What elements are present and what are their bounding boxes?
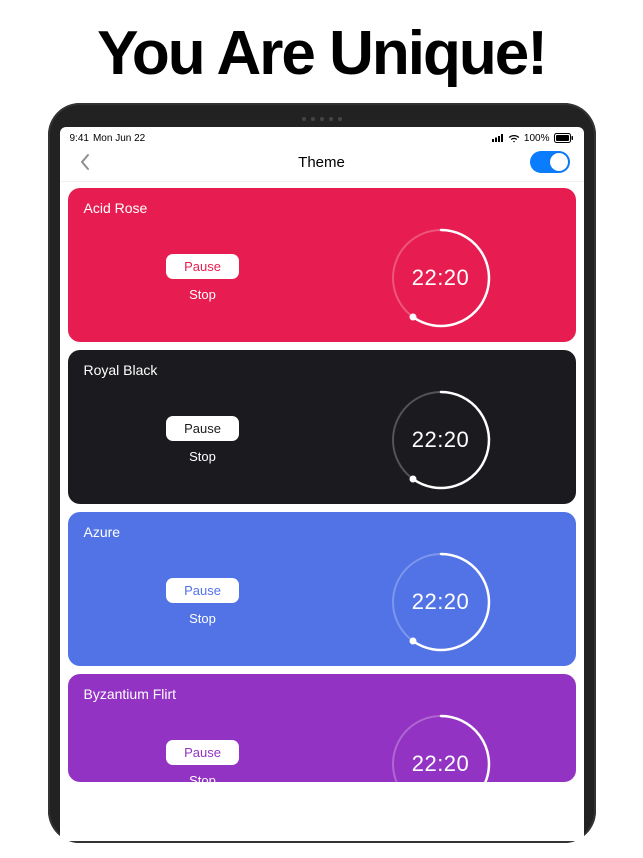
timer-display: 22:20 [322,550,560,654]
battery-percent: 100% [524,133,550,144]
timer-value: 22:20 [389,712,493,816]
stop-button[interactable]: Stop [189,287,216,302]
timer-display: 22:20 [322,712,560,816]
stop-button[interactable]: Stop [189,773,216,788]
stop-button[interactable]: Stop [189,449,216,464]
pause-button[interactable]: Pause [166,740,239,765]
status-bar: 9:41 Mon Jun 22 100% [60,127,584,145]
battery-icon [554,133,574,143]
status-time: 9:41 [70,133,89,144]
nav-bar: Theme [60,145,584,182]
theme-card-azure[interactable]: Azure Pause Stop 22:20 [68,512,576,666]
pause-button[interactable]: Pause [166,416,239,441]
tablet-camera-dots [60,117,584,121]
theme-card-acid-rose[interactable]: Acid Rose Pause Stop 22:20 [68,188,576,342]
status-date: Mon Jun 22 [93,133,145,144]
theme-name: Byzantium Flirt [84,686,560,702]
timer-display: 22:20 [322,388,560,492]
theme-card-royal-black[interactable]: Royal Black Pause Stop 22: [68,350,576,504]
timer-value: 22:20 [389,226,493,330]
signal-icon [492,134,504,142]
back-button[interactable] [74,151,96,173]
tablet-screen: 9:41 Mon Jun 22 100% Theme [60,127,584,841]
tablet-bezel: 9:41 Mon Jun 22 100% Theme [48,103,596,843]
wifi-icon [508,134,520,143]
dark-mode-toggle[interactable] [530,151,570,173]
pause-button[interactable]: Pause [166,254,239,279]
timer-value: 22:20 [389,550,493,654]
theme-list: Acid Rose Pause Stop 22:20 [60,182,584,841]
pause-button[interactable]: Pause [166,578,239,603]
theme-name: Acid Rose [84,200,560,216]
stop-button[interactable]: Stop [189,611,216,626]
theme-name: Azure [84,524,560,540]
timer-value: 22:20 [389,388,493,492]
marketing-headline: You Are Unique! [0,0,643,103]
theme-name: Royal Black [84,362,560,378]
page-title: Theme [60,154,584,171]
timer-display: 22:20 [322,226,560,330]
theme-card-byzantium-flirt[interactable]: Byzantium Flirt Pause Stop [68,674,576,782]
